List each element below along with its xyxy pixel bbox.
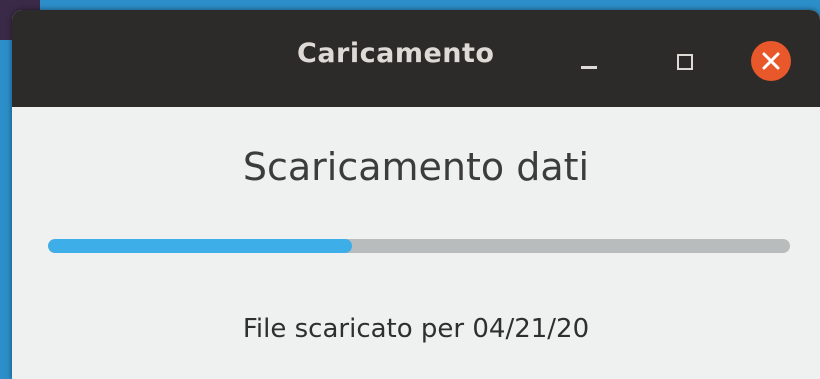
minimize-button[interactable] [573, 44, 605, 76]
status-text: File scaricato per 04/21/20 [242, 314, 590, 344]
maximize-button[interactable] [668, 46, 700, 78]
dialog-heading: Scaricamento dati [242, 145, 590, 189]
loading-dialog: Caricamento Scaricamento dati File scari… [12, 10, 820, 379]
window-title: Caricamento [297, 38, 495, 69]
minimize-icon [581, 66, 597, 69]
close-icon [762, 52, 780, 70]
progress-bar-fill [48, 239, 353, 253]
title-bar[interactable]: Caricamento [12, 10, 820, 107]
close-button[interactable] [751, 41, 791, 81]
progress-bar [48, 239, 790, 253]
maximize-icon [677, 54, 693, 70]
